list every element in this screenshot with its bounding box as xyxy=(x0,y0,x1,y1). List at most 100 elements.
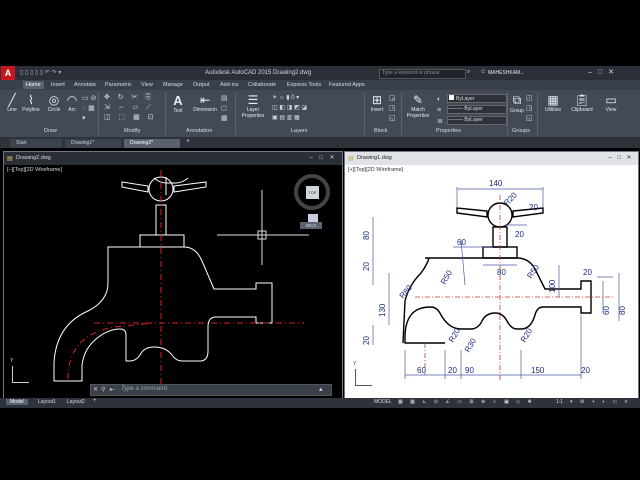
add-layout-icon[interactable]: + xyxy=(93,398,97,404)
text-tool[interactable]: A Text xyxy=(170,93,186,114)
panel-modify-label: Modify xyxy=(124,128,141,134)
command-prompt-icon: ▸- xyxy=(110,387,116,393)
user-icon[interactable]: ☺ xyxy=(480,69,486,75)
linetype-dropdown[interactable]: ——— ByLayer xyxy=(447,105,507,114)
tab-parametric[interactable]: Parametric xyxy=(102,81,135,89)
tab-express-tools[interactable]: Express Tools xyxy=(284,81,324,89)
tab-add-ins[interactable]: Add-ins xyxy=(217,81,242,89)
modify-tools[interactable]: ✥ ↻ ✂ ⎘ ⇲ ⇔ ▱ ⟋ ◫ ⬚ ▦ ⊡ xyxy=(104,93,157,123)
doc-tab-start[interactable]: Start xyxy=(10,139,62,148)
command-settings-icon[interactable]: ⚲ xyxy=(101,386,105,393)
utilities-label: Utilities xyxy=(544,107,562,113)
autocad-logo[interactable]: A xyxy=(1,66,15,80)
drawing-window-right[interactable]: ▤ Drawing1.dwg – □ ✕ [+][Top][2D Wirefra… xyxy=(344,151,639,400)
draw-extra-icons[interactable]: ▭ ⊘ ◌ ▦ ▾ xyxy=(82,94,96,124)
layout-tab-layout1[interactable]: Layout1 xyxy=(35,399,59,405)
layer-controls[interactable]: ☀ ☼ ▮ 0 ▾ ◫ ◧ ◨ ◩ ◪ ▣ ▤ ▥ ▦ xyxy=(272,93,360,123)
close-command-icon[interactable]: ✕ xyxy=(93,386,98,393)
panel-separator xyxy=(235,92,236,135)
window-controls[interactable]: –□✕ xyxy=(588,68,620,76)
maximize-button[interactable]: □ xyxy=(318,155,324,161)
status-toggle-icons[interactable]: ▦ ▦ ⊾ ⊙ ∠ ▭ ⊞ ⊕ ⊹ ▣ ◇ ✥ xyxy=(398,399,535,405)
annotation-scale[interactable]: 1:1 xyxy=(556,399,563,405)
drawing-window-left[interactable]: ▤ Drawing2.dwg – □ ✕ [–][Top][2D Wirefra… xyxy=(3,151,343,400)
dim-r20-top: R20 xyxy=(502,190,519,207)
insert-tool[interactable]: ⊞ Insert xyxy=(368,93,386,113)
search-input[interactable]: Type a keyword or phrase xyxy=(379,69,466,79)
minimize-button[interactable]: – xyxy=(308,155,314,161)
line-tool[interactable]: ╱ Line xyxy=(4,93,20,113)
search-placeholder: Type a keyword or phrase xyxy=(382,70,440,76)
tab-collaborate[interactable]: Collaborate xyxy=(245,81,279,89)
left-drawing-canvas[interactable] xyxy=(4,165,342,399)
left-window-title: Drawing2.dwg xyxy=(16,155,51,161)
tab-home[interactable]: Home xyxy=(23,81,44,89)
maximize-button[interactable]: □ xyxy=(616,155,622,161)
line-icon: ╱ xyxy=(8,93,16,107)
properties-side-icons[interactable]: ◐ ≡ ≣ xyxy=(437,94,443,127)
viewcube-top-face[interactable]: TOP xyxy=(306,186,319,199)
dim-b20: 20 xyxy=(448,366,457,375)
group-tool[interactable]: ⧉ Group xyxy=(509,93,525,114)
tab-output[interactable]: Output xyxy=(190,81,213,89)
command-line[interactable]: ✕ ⚲ ▸- Type a command ▴ xyxy=(90,384,332,396)
clipboard-label: Clipboard xyxy=(571,107,593,113)
arc-icon: ◠ xyxy=(66,93,78,107)
crosshair-cursor xyxy=(217,190,309,265)
layout-tab-model[interactable]: Model xyxy=(6,399,28,405)
panel-separator xyxy=(165,92,166,135)
layout-tab-layout2[interactable]: Layout2 xyxy=(64,399,88,405)
layer-properties-tool[interactable]: ☰ Layer Properties xyxy=(238,93,268,119)
annotation-extra-icons[interactable]: ▤ ◻ ▦ xyxy=(221,94,228,124)
group-label: Group xyxy=(510,108,524,114)
model-space-button[interactable]: MODEL xyxy=(374,399,392,405)
lineweight-dropdown[interactable]: ——— ByLayer xyxy=(447,116,507,125)
tab-manage[interactable]: Manage xyxy=(160,81,186,89)
tab-view[interactable]: View xyxy=(138,81,156,89)
dim-140: 140 xyxy=(489,179,503,188)
search-icon[interactable]: ⌕ xyxy=(467,69,470,76)
dim-100: 100 xyxy=(548,279,557,293)
doc-tab-drawing1[interactable]: Drawing1* xyxy=(65,139,121,148)
dim-130: 130 xyxy=(378,303,387,317)
doc-tab-drawing2[interactable]: Drawing2* xyxy=(124,139,180,148)
new-tab-icon[interactable]: + xyxy=(186,138,190,145)
color-value: ByLayer xyxy=(456,96,475,102)
polyline-tool[interactable]: ⌇ Polyline xyxy=(20,93,42,113)
wcs-menu[interactable]: WCS xyxy=(300,222,322,229)
view-label: View xyxy=(605,107,617,113)
letterbox-bottom xyxy=(0,408,640,480)
panel-separator xyxy=(401,92,402,135)
user-name[interactable]: MAHESHKAM... xyxy=(488,70,524,76)
right-window-header: ▤ Drawing1.dwg – □ ✕ xyxy=(345,152,638,165)
lineweight-value: ByLayer xyxy=(464,117,483,123)
line-label: Line xyxy=(7,107,17,113)
window-title: Autodesk AutoCAD 2015 Drawing2.dwg xyxy=(205,70,312,76)
view-tool[interactable]: ▭ View xyxy=(600,93,622,113)
ucs-y-axis-icon: Y xyxy=(353,361,357,367)
right-drawing-canvas[interactable]: 140 R20 20 20 80 60 80 20 R50 R50 100 13… xyxy=(345,165,638,399)
groups-extra-icons[interactable]: ◰ ◳ ◱ xyxy=(526,94,533,124)
close-button[interactable]: ✕ xyxy=(329,155,335,161)
clipboard-tool[interactable]: 📋︎ Clipboard xyxy=(568,93,596,113)
close-button[interactable]: ✕ xyxy=(626,155,632,161)
circle-tool[interactable]: ◎ Circle xyxy=(45,93,63,113)
ribbon: ╱ Line ⌇ Polyline ◎ Circle ◠ Arc ▭ ⊘ ◌ ▦ ▾ Dra… xyxy=(0,90,640,137)
tab-annotate[interactable]: Annotate xyxy=(71,81,99,89)
arc-tool[interactable]: ◠ Arc xyxy=(64,93,80,113)
tab-featured-apps[interactable]: Featured Apps xyxy=(326,81,368,89)
panel-separator xyxy=(507,92,508,135)
dimension-tool[interactable]: ⇤ Dimension xyxy=(190,93,220,113)
match-properties-tool[interactable]: ✎ Match Properties xyxy=(404,93,432,119)
command-expand-icon[interactable]: ▴ xyxy=(319,385,323,393)
quick-access-toolbar[interactable]: ▯ ▯ ▯ ▯ ▯ ↶ ↷ ▾ xyxy=(20,69,140,77)
dim-20c: 20 xyxy=(362,262,371,271)
insert-label: Insert xyxy=(370,107,384,113)
tab-insert[interactable]: Insert xyxy=(48,81,68,89)
viewcube[interactable]: TOP xyxy=(294,174,330,210)
color-dropdown[interactable]: ByLayer xyxy=(447,94,507,103)
minimize-button[interactable]: – xyxy=(607,155,613,161)
utilities-tool[interactable]: ▦ Utilities xyxy=(541,93,565,113)
status-right-icons[interactable]: ▾ ⚙ + ◐ ▭ ≡ xyxy=(570,399,631,405)
block-extra-icons[interactable]: ◲ ◳ ◱ xyxy=(389,94,396,124)
